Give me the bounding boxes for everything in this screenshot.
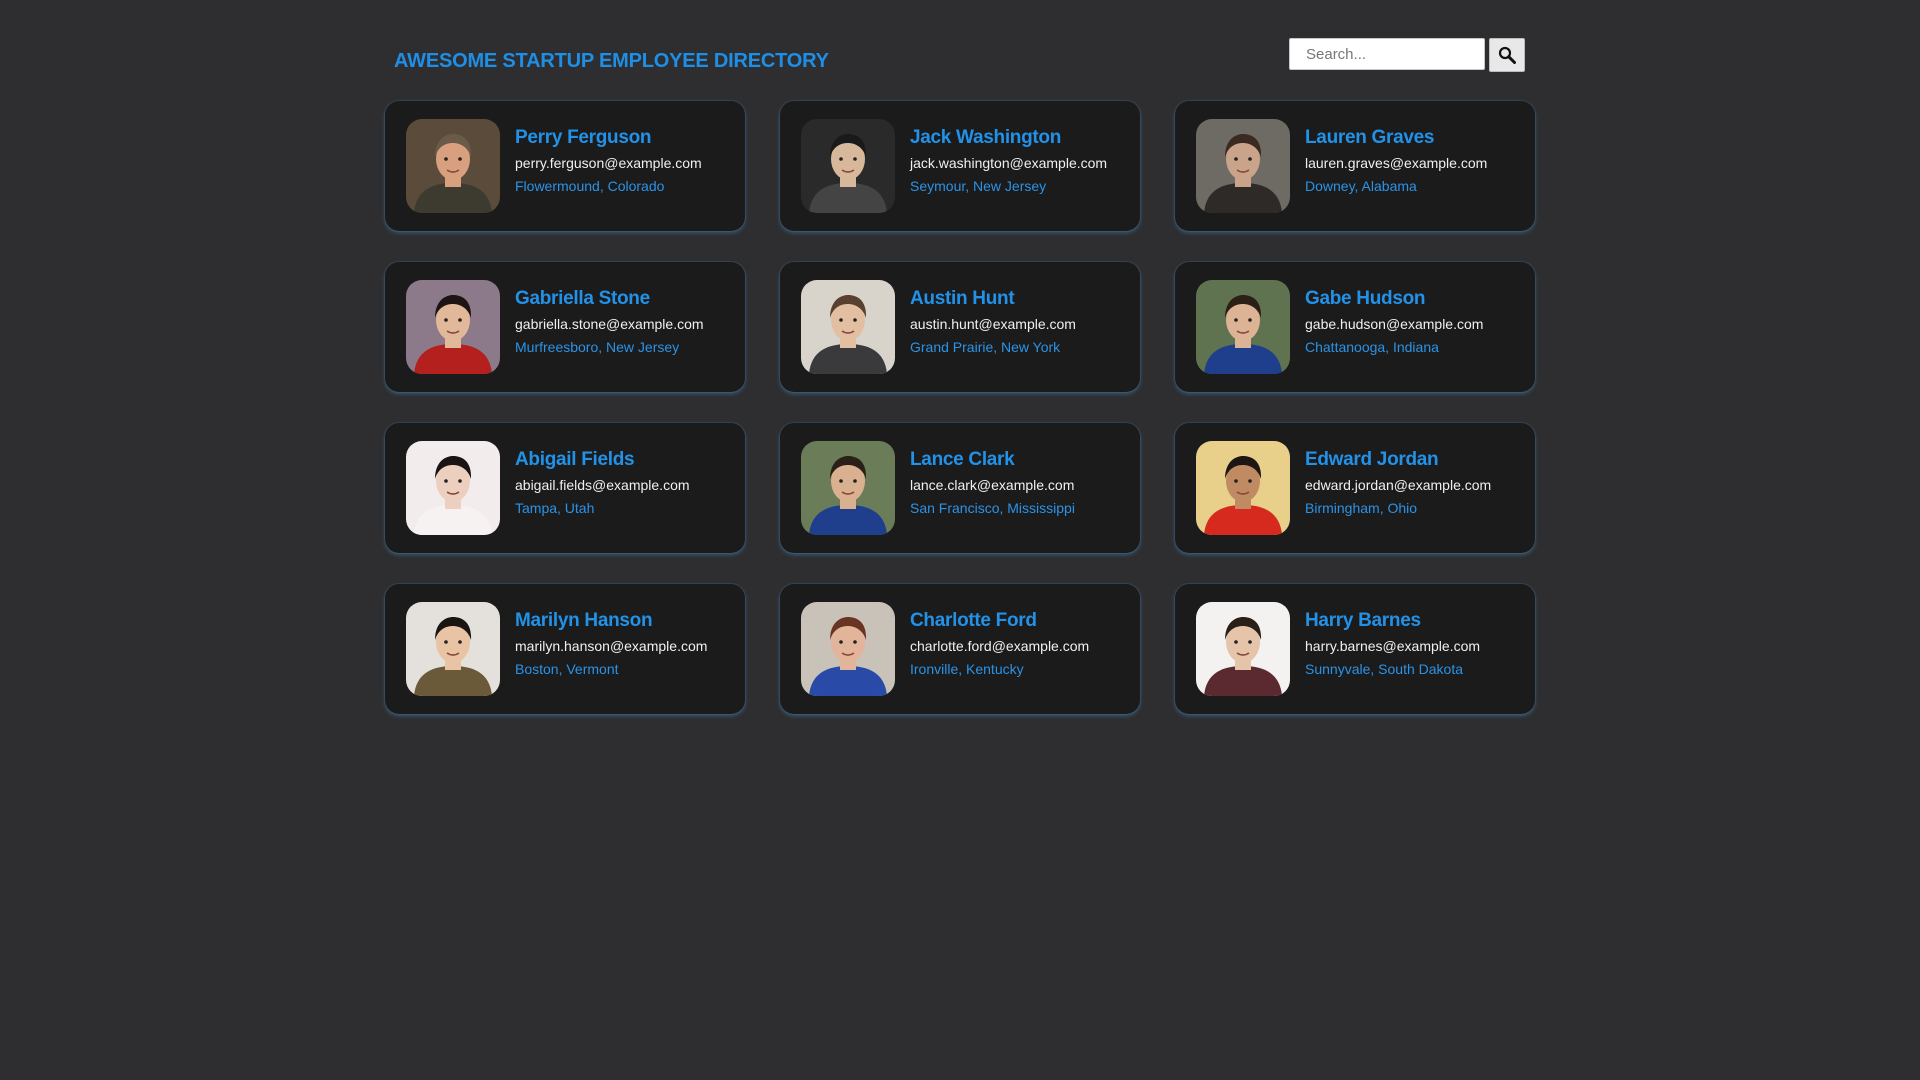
employee-info: Perry Ferguson perry.ferguson@example.co… [515,127,702,194]
employee-card[interactable]: Charlotte Ford charlotte.ford@example.co… [780,584,1140,714]
employee-photo [801,119,895,213]
employee-info: Lauren Graves lauren.graves@example.com … [1305,127,1487,194]
employee-name: Edward Jordan [1305,448,1439,470]
employee-photo [801,602,895,696]
search-form [1289,38,1525,72]
employee-location: Boston, Vermont [515,660,619,677]
employee-photo [1196,602,1290,696]
employee-email: austin.hunt@example.com [910,315,1076,332]
employee-photo [1196,119,1290,213]
employee-photo [801,441,895,535]
employee-photo [406,602,500,696]
employee-card[interactable]: Harry Barnes harry.barnes@example.com Su… [1175,584,1535,714]
search-button[interactable] [1489,38,1525,72]
employee-location: Sunnyvale, South Dakota [1305,660,1463,677]
employee-location: Grand Prairie, New York [910,338,1061,355]
employee-card[interactable]: Jack Washington jack.washington@example.… [780,101,1140,231]
employee-info: Jack Washington jack.washington@example.… [910,127,1107,194]
employee-card[interactable]: Gabriella Stone gabriella.stone@example.… [385,262,745,392]
employee-email: abigail.fields@example.com [515,476,690,493]
employee-email: lauren.graves@example.com [1305,154,1488,171]
employee-location: Birmingham, Ohio [1305,499,1418,516]
employee-photo [1196,441,1290,535]
employee-name: Harry Barnes [1305,609,1421,631]
employee-location: Murfreesboro, New Jersey [515,338,680,355]
search-input[interactable] [1289,38,1485,70]
employee-card[interactable]: Perry Ferguson perry.ferguson@example.co… [385,101,745,231]
employee-email: lance.clark@example.com [910,476,1075,493]
page-header: AWESOME STARTUP EMPLOYEE DIRECTORY [394,38,1525,82]
employee-info: Harry Barnes harry.barnes@example.com Su… [1305,610,1480,677]
employee-location: Flowermound, Colorado [515,177,665,194]
employee-info: Abigail Fields abigail.fields@example.co… [515,449,690,516]
employee-email: gabriella.stone@example.com [515,315,704,332]
employee-name: Gabe Hudson [1305,287,1426,309]
employee-card[interactable]: Gabe Hudson gabe.hudson@example.com Chat… [1175,262,1535,392]
employee-location: Seymour, New Jersey [910,177,1047,194]
magnifier-icon [1498,46,1516,64]
employee-info: Lance Clark lance.clark@example.com San … [910,449,1075,516]
employee-name: Perry Ferguson [515,126,652,148]
employee-email: perry.ferguson@example.com [515,154,702,171]
employee-email: harry.barnes@example.com [1305,637,1481,654]
employee-email: edward.jordan@example.com [1305,476,1492,493]
employee-photo [406,441,500,535]
employee-photo [406,280,500,374]
employee-location: Ironville, Kentucky [910,660,1024,677]
employee-name: Charlotte Ford [910,609,1037,631]
employee-info: Austin Hunt austin.hunt@example.com Gran… [910,288,1076,355]
employee-info: Edward Jordan edward.jordan@example.com … [1305,449,1491,516]
employee-card[interactable]: Edward Jordan edward.jordan@example.com … [1175,423,1535,553]
employee-email: jack.washington@example.com [910,154,1108,171]
employee-info: Gabe Hudson gabe.hudson@example.com Chat… [1305,288,1483,355]
employee-info: Charlotte Ford charlotte.ford@example.co… [910,610,1089,677]
employee-info: Marilyn Hanson marilyn.hanson@example.co… [515,610,707,677]
employee-email: charlotte.ford@example.com [910,637,1090,654]
employee-card[interactable]: Lauren Graves lauren.graves@example.com … [1175,101,1535,231]
employee-location: Chattanooga, Indiana [1305,338,1439,355]
employee-location: San Francisco, Mississippi [910,499,1075,516]
employee-name: Marilyn Hanson [515,609,653,631]
employee-name: Lauren Graves [1305,126,1435,148]
employee-name: Lance Clark [910,448,1015,470]
employee-card[interactable]: Marilyn Hanson marilyn.hanson@example.co… [385,584,745,714]
employee-card[interactable]: Lance Clark lance.clark@example.com San … [780,423,1140,553]
employee-info: Gabriella Stone gabriella.stone@example.… [515,288,704,355]
employee-email: gabe.hudson@example.com [1305,315,1484,332]
employee-name: Austin Hunt [910,287,1015,309]
employee-email: marilyn.hanson@example.com [515,637,708,654]
employee-name: Gabriella Stone [515,287,650,309]
employee-photo [1196,280,1290,374]
employee-name: Abigail Fields [515,448,635,470]
employee-location: Tampa, Utah [515,499,595,516]
employee-gallery: Perry Ferguson perry.ferguson@example.co… [385,101,1535,714]
employee-photo [406,119,500,213]
employee-card[interactable]: Austin Hunt austin.hunt@example.com Gran… [780,262,1140,392]
employee-location: Downey, Alabama [1305,177,1417,194]
employee-card[interactable]: Abigail Fields abigail.fields@example.co… [385,423,745,553]
employee-photo [801,280,895,374]
page-title: AWESOME STARTUP EMPLOYEE DIRECTORY [394,50,829,72]
employee-name: Jack Washington [910,126,1062,148]
